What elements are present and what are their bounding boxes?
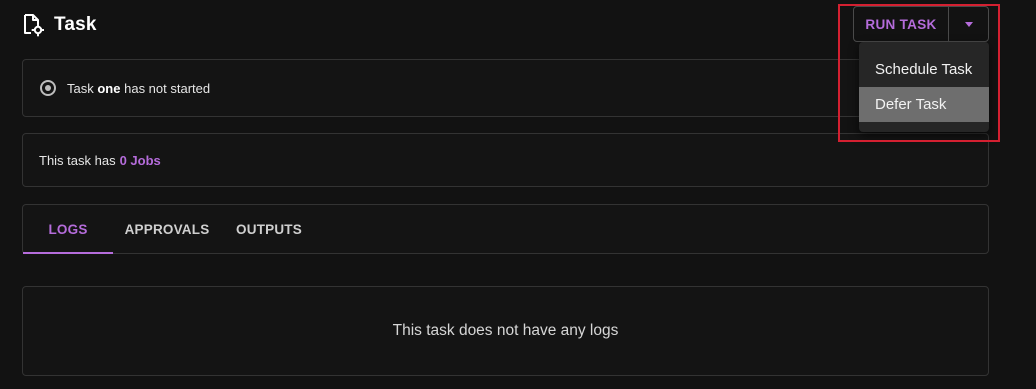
menu-item-defer-task[interactable]: Defer Task <box>859 87 989 122</box>
tab-approvals[interactable]: APPROVALS <box>119 205 215 253</box>
menu-item-schedule-task[interactable]: Schedule Task <box>859 52 989 87</box>
caret-down-icon <box>964 21 973 27</box>
task-page: Task RUN TASK Schedule Task Defer Task T… <box>0 0 1036 389</box>
file-gear-icon <box>24 14 44 37</box>
task-status-card: Task one has not started <box>22 59 989 117</box>
jobs-text: This task has <box>39 152 116 168</box>
run-task-button[interactable]: RUN TASK <box>854 7 949 41</box>
tab-outputs[interactable]: OUTPUTS <box>229 205 309 253</box>
task-name: one <box>97 80 121 96</box>
run-task-menu-toggle[interactable] <box>949 7 988 41</box>
run-task-dropdown-menu: Schedule Task Defer Task <box>859 42 989 132</box>
tabs-bar: LOGS APPROVALS OUTPUTS <box>22 204 989 254</box>
status-dot <box>45 85 51 91</box>
run-task-split-button: RUN TASK <box>853 6 989 42</box>
status-suffix: has not started <box>124 80 211 96</box>
jobs-card: This task has 0 Jobs <box>22 133 989 187</box>
task-status-row: Task one has not started <box>40 60 210 116</box>
page-header: Task <box>22 10 97 40</box>
jobs-row: This task has 0 Jobs <box>39 134 161 186</box>
logs-panel: This task does not have any logs <box>22 286 989 376</box>
jobs-count-link[interactable]: 0 Jobs <box>120 153 161 168</box>
logs-empty-message: This task does not have any logs <box>392 322 619 339</box>
task-status-text: Task one has not started <box>67 81 210 96</box>
tab-logs[interactable]: LOGS <box>23 205 113 254</box>
status-prefix: Task <box>67 80 94 96</box>
page-title: Task <box>54 14 97 35</box>
radio-status-icon <box>40 80 56 96</box>
